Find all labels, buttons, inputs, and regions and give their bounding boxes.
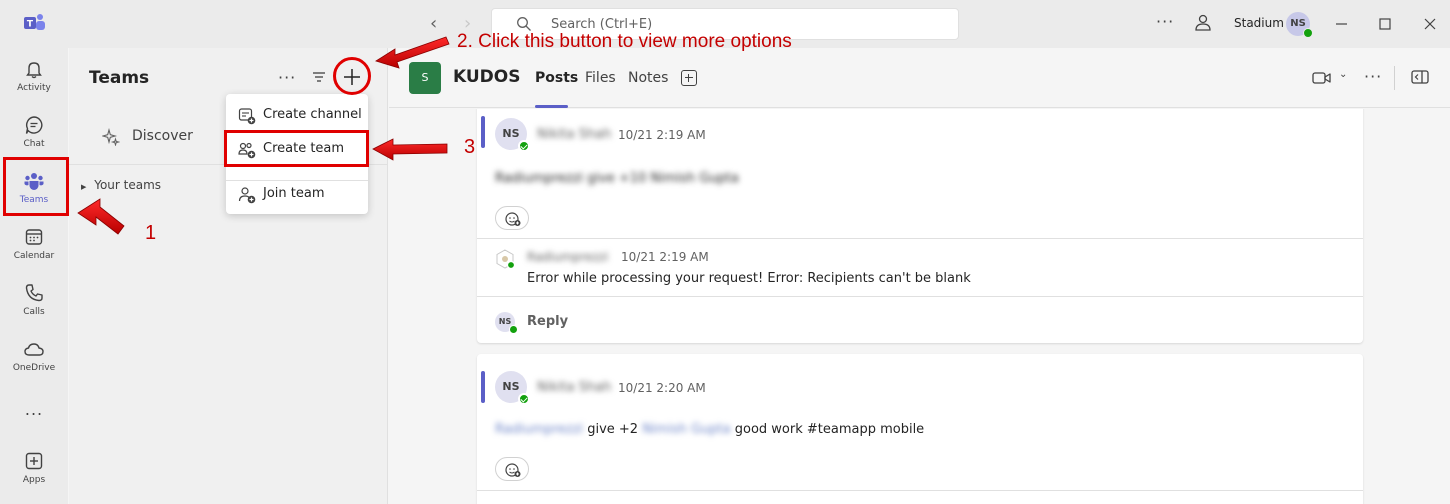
annotation-highlight-add xyxy=(333,57,371,95)
annotation-step2-label: 2. Click this button to view more option… xyxy=(457,31,792,52)
annotation-highlight-create-team xyxy=(224,130,369,167)
post-accent-bar xyxy=(481,371,485,403)
bell-icon xyxy=(26,62,42,79)
user-avatar[interactable]: NS xyxy=(1286,12,1313,38)
rail-more-button[interactable]: ... xyxy=(0,400,68,419)
presence-available-icon xyxy=(509,325,518,334)
bot-avatar-icon xyxy=(496,249,515,269)
channel-header: S KUDOS Posts Files Notes ⌄ ··· xyxy=(389,48,1450,108)
chat-icon xyxy=(25,116,43,134)
video-call-icon[interactable] xyxy=(1312,70,1332,86)
panel-title: Teams xyxy=(89,68,150,88)
minimize-icon[interactable] xyxy=(1330,12,1354,36)
menu-item-create-channel[interactable]: Create channel xyxy=(226,99,368,131)
more-options-icon[interactable]: ··· xyxy=(1156,12,1174,31)
post-author[interactable]: Nikita Shah xyxy=(537,127,611,142)
close-icon[interactable] xyxy=(1418,12,1442,36)
header-more-icon[interactable]: ··· xyxy=(1364,67,1382,86)
open-panel-icon[interactable] xyxy=(1411,69,1429,85)
join-team-icon xyxy=(238,187,256,204)
reply-button[interactable]: Reply xyxy=(527,314,568,329)
annotation-step1-label: 1 xyxy=(145,222,157,244)
post-timestamp: 10/21 2:20 AM xyxy=(618,381,706,395)
add-reaction-button[interactable] xyxy=(495,206,529,230)
phone-icon xyxy=(25,284,43,302)
team-avatar[interactable]: S xyxy=(409,62,441,94)
back-arrow-icon[interactable]: ‹ xyxy=(430,13,437,34)
reply-text: Error while processing your request! Err… xyxy=(527,271,971,286)
menu-item-join-team[interactable]: Join team xyxy=(226,178,368,210)
maximize-icon[interactable] xyxy=(1373,12,1397,36)
presence-available-icon xyxy=(518,140,530,152)
post-body-blurred: Radiumprezzi give +10 Nimish Gupta xyxy=(495,171,739,186)
tab-files[interactable]: Files xyxy=(585,70,616,86)
reply-timestamp: 10/21 2:19 AM xyxy=(621,250,709,264)
post-body: Radiumprezzi give +2 Nimish Gupta good w… xyxy=(495,422,925,437)
card-divider xyxy=(477,296,1363,297)
org-name[interactable]: Stadium xyxy=(1234,16,1284,30)
discover-button[interactable]: Discover xyxy=(100,127,193,150)
post-accent-bar xyxy=(481,116,485,148)
app-rail: Activity Chat Teams Calendar Calls OneDr… xyxy=(0,48,68,504)
filter-icon[interactable] xyxy=(312,70,326,84)
chevron-down-icon[interactable]: ⌄ xyxy=(1339,69,1347,80)
emoji-add-icon xyxy=(505,463,521,477)
presence-available-icon xyxy=(518,393,530,405)
posts-feed: NS Nikita Shah 10/21 2:19 AM Radiumprezz… xyxy=(389,109,1450,504)
post-author[interactable]: Nikita Shah xyxy=(537,380,611,395)
add-reaction-button[interactable] xyxy=(495,457,529,481)
rail-item-calls[interactable]: Calls xyxy=(0,282,68,317)
annotation-highlight-teams xyxy=(3,157,69,216)
emoji-add-icon xyxy=(505,212,521,226)
svg-text:T: T xyxy=(27,20,34,30)
rail-item-activity[interactable]: Activity xyxy=(0,58,68,93)
cloud-icon xyxy=(24,343,44,356)
header-divider xyxy=(1394,66,1395,90)
post-timestamp: 10/21 2:19 AM xyxy=(618,128,706,142)
person-icon[interactable] xyxy=(1193,13,1213,33)
tab-posts[interactable]: Posts xyxy=(535,70,578,86)
create-channel-icon xyxy=(238,108,256,125)
mention-user[interactable]: Nimish Gupta xyxy=(642,422,730,437)
rail-item-chat[interactable]: Chat xyxy=(0,114,68,149)
presence-available-icon xyxy=(1303,28,1313,38)
author-avatar[interactable]: NS xyxy=(495,118,530,152)
rail-item-apps[interactable]: Apps xyxy=(0,450,68,485)
calendar-icon xyxy=(25,229,43,245)
post-card: NS Nikita Shah 10/21 2:19 AM Radiumprezz… xyxy=(477,109,1363,343)
rail-item-onedrive[interactable]: OneDrive xyxy=(0,338,68,373)
add-tab-button[interactable] xyxy=(681,70,697,86)
panel-more-icon[interactable]: ··· xyxy=(278,68,296,87)
search-icon xyxy=(517,17,531,31)
author-avatar[interactable]: NS xyxy=(495,371,530,405)
card-divider xyxy=(477,490,1363,491)
post-card: NS Nikita Shah 10/21 2:20 AM Radiumprezz… xyxy=(477,354,1363,504)
teams-logo-icon: T xyxy=(24,14,45,30)
sparkle-icon xyxy=(100,127,121,147)
rail-item-calendar[interactable]: Calendar xyxy=(0,226,68,261)
apps-add-icon xyxy=(25,452,43,470)
reply-user-avatar: NS xyxy=(495,312,518,334)
tab-notes[interactable]: Notes xyxy=(628,70,668,86)
your-teams-section[interactable]: ▶ Your teams xyxy=(81,178,161,192)
annotation-step3-label: 3 xyxy=(464,136,476,158)
active-tab-indicator xyxy=(535,105,568,108)
mention-user[interactable]: Radiumprezzi xyxy=(495,422,583,437)
reply-author[interactable]: Radiumprezzi xyxy=(527,250,608,264)
team-name: KUDOS xyxy=(453,67,521,87)
caret-right-icon: ▶ xyxy=(81,183,87,191)
search-placeholder: Search (Ctrl+E) xyxy=(551,17,653,32)
card-divider xyxy=(477,238,1363,239)
